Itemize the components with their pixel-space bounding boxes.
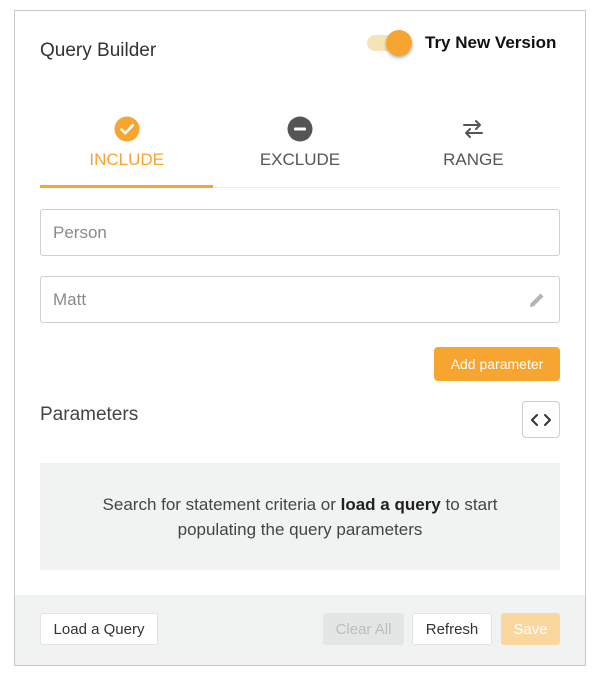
parameters-empty-state: Search for statement criteria or load a … <box>40 463 560 570</box>
code-icon <box>531 413 551 426</box>
name-field[interactable] <box>40 276 560 323</box>
panel-title: Query Builder <box>40 40 157 61</box>
tab-exclude-label: EXCLUDE <box>259 150 341 169</box>
tab-exclude[interactable]: EXCLUDE <box>213 111 386 187</box>
code-view-button[interactable] <box>522 401 560 438</box>
pencil-icon[interactable] <box>527 290 547 310</box>
minus-circle-icon <box>287 116 313 142</box>
person-input[interactable] <box>41 210 559 255</box>
toggle-thumb[interactable] <box>386 30 412 56</box>
toggle-label: Try New Version <box>425 33 557 52</box>
filter-tabs: INCLUDE EXCLUDE RANGE <box>40 111 560 188</box>
tab-range[interactable]: RANGE <box>387 111 560 187</box>
new-version-toggle[interactable]: Try New Version <box>367 30 557 56</box>
toggle-track[interactable] <box>367 30 412 56</box>
parameters-title: Parameters <box>40 404 139 425</box>
person-field[interactable] <box>40 209 560 256</box>
footer-bar: Load a Query Clear All Refresh Save <box>15 595 585 665</box>
empty-state-text: Search for statement criteria or load a … <box>80 492 520 542</box>
tab-include[interactable]: INCLUDE <box>40 111 214 188</box>
query-builder-panel: Query Builder Try New Version INCLUDE EX… <box>14 10 586 666</box>
refresh-button[interactable]: Refresh <box>412 613 492 645</box>
clear-all-button[interactable]: Clear All <box>323 613 404 645</box>
tab-include-label: INCLUDE <box>89 150 164 169</box>
swap-arrows-icon <box>463 120 484 138</box>
load-query-button[interactable]: Load a Query <box>40 613 158 645</box>
name-input[interactable] <box>41 277 559 322</box>
tab-range-label: RANGE <box>443 150 504 169</box>
load-query-link[interactable]: load a query <box>341 495 441 514</box>
save-button[interactable]: Save <box>501 613 560 645</box>
add-parameter-button[interactable]: Add parameter <box>434 347 560 381</box>
check-circle-icon <box>114 116 140 142</box>
empty-text-before: Search for statement criteria or <box>102 494 341 514</box>
